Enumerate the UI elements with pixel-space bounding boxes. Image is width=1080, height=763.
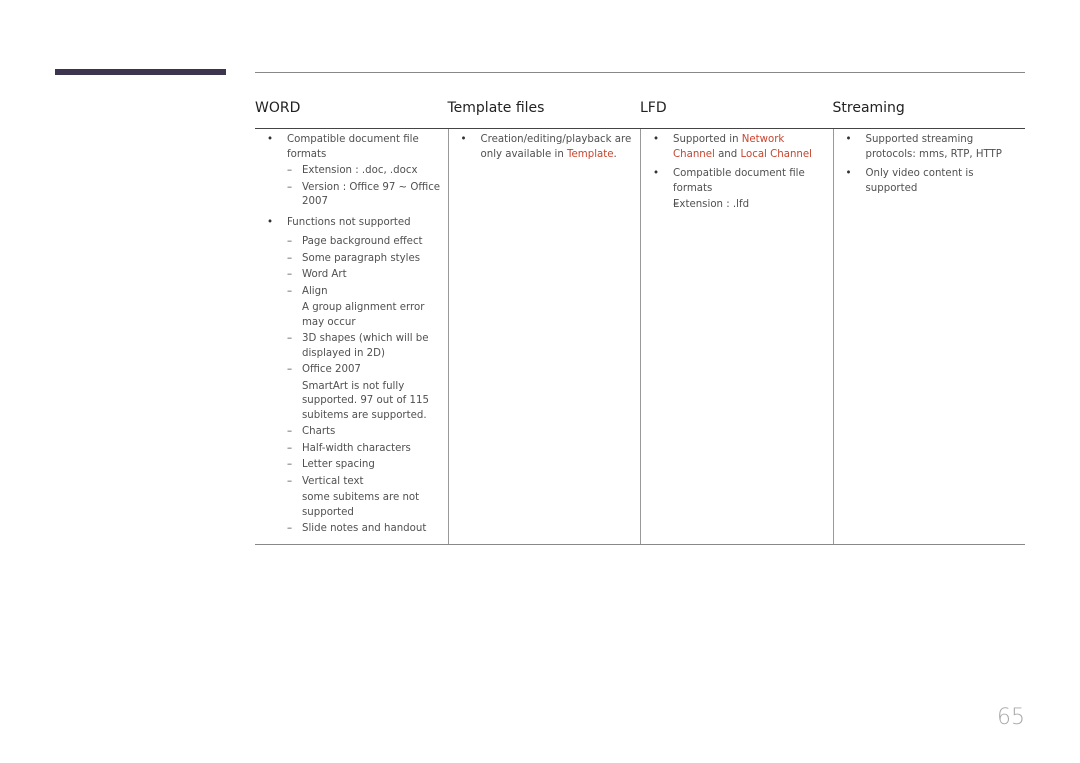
list-subitem: 3D shapes (which will be displayed in 2D… (255, 332, 442, 361)
list-subitem: Page background effect (255, 235, 442, 250)
list-subitem: Some paragraph styles (255, 252, 442, 267)
list-subitem: Vertical text (255, 475, 442, 490)
header-template-files: Template files (447, 100, 545, 116)
lfd-column: Supported in Network Channel and Local C… (640, 129, 833, 544)
text: Supported in (673, 134, 742, 145)
table-body-row: Compatible document file formats Extensi… (255, 129, 1025, 545)
list-subitem: Letter spacing (255, 458, 442, 473)
list-item: Supported streaming protocols: mms, RTP,… (834, 133, 1020, 162)
list-item: Compatible document file formats (641, 167, 827, 196)
streaming-column: Supported streaming protocols: mms, RTP,… (832, 129, 1026, 544)
list-subitem: Slide notes and handout (255, 522, 442, 537)
header-streaming: Streaming (832, 100, 905, 116)
list-subitem: Extension : .doc, .docx (255, 164, 442, 179)
list-subitem: Word Art (255, 268, 442, 283)
template-files-column: Creation/editing/playback are only avail… (447, 129, 641, 544)
text: and (714, 148, 741, 160)
list-subitem: Extension : .lfd (641, 198, 827, 213)
header-word: WORD (255, 100, 301, 116)
subitem-note: SmartArt is not fully supported. 97 out … (302, 380, 429, 421)
list-subitem: Office 2007 (255, 363, 442, 378)
list-item: Compatible document file formats (255, 133, 442, 162)
list-item: Functions not supported (255, 216, 442, 231)
unsupported-list: Page background effect Some paragraph sty… (255, 235, 442, 537)
text: . (613, 148, 617, 160)
list-subitem: Version : Office 97 ~ Office 2007 (255, 181, 442, 210)
subitem-note: some subitems are not supported (302, 492, 420, 518)
list-item: Supported in Network Channel and Local C… (641, 133, 827, 162)
page-number: 65 (997, 705, 1025, 730)
word-column: Compatible document file formats Extensi… (255, 129, 448, 544)
table-header-row: WORD Template files LFD Streaming (255, 96, 1025, 129)
feature-table: WORD Template files LFD Streaming Compat… (255, 96, 1025, 545)
top-rule (255, 72, 1025, 73)
highlight-term: Template (567, 148, 614, 160)
list-subitem: Charts (255, 425, 442, 440)
list-subitem: Half-width characters (255, 442, 442, 457)
section-accent-bar (55, 69, 226, 75)
highlight-term: Local Channel (740, 148, 812, 160)
list-subitem: Align (255, 285, 442, 300)
header-lfd: LFD (640, 100, 667, 116)
subitem-note: A group alignment error may occur (302, 302, 425, 328)
list-item: Creation/editing/playback are only avail… (449, 133, 635, 162)
list-item: Only video content is supported (834, 167, 1020, 196)
